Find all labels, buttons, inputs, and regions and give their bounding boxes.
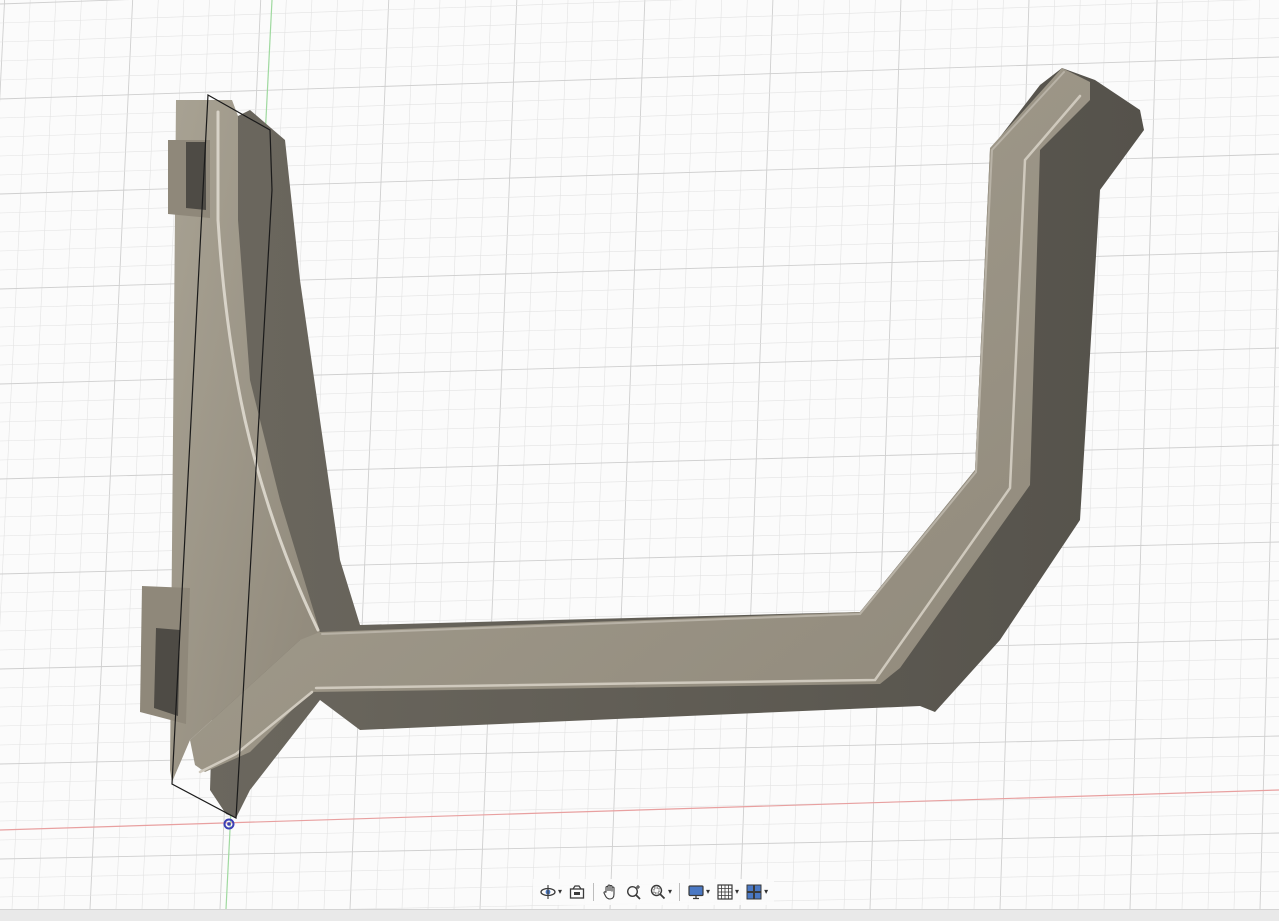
orbit-tool[interactable]: ▾ — [537, 880, 564, 904]
orbit-dropdown-caret[interactable]: ▾ — [558, 888, 562, 896]
toolbar-separator — [679, 883, 681, 901]
zoom-icon — [627, 885, 641, 900]
display-settings-tool[interactable]: ▾ — [685, 880, 712, 904]
grid-snaps-tool[interactable]: ▾ — [714, 880, 741, 904]
pan-tool[interactable] — [599, 880, 621, 904]
navigation-toolbar: ▾ ▾ ▾ ▾ ▾ — [533, 879, 775, 905]
viewports-icon — [746, 884, 762, 900]
monitor-icon — [688, 885, 704, 900]
display-dropdown-caret[interactable]: ▾ — [706, 888, 710, 896]
viewports-dropdown-caret[interactable]: ▾ — [764, 888, 768, 896]
design-viewport[interactable]: ▾ ▾ ▾ ▾ ▾ — [0, 0, 1279, 909]
bottom-status-strip — [0, 909, 1279, 921]
look-at-tool[interactable] — [566, 880, 588, 904]
toolbar-separator — [593, 883, 595, 901]
viewports-tool[interactable]: ▾ — [743, 880, 770, 904]
zoom-tool[interactable] — [623, 880, 645, 904]
hand-icon — [603, 884, 615, 900]
bracket-model[interactable] — [0, 0, 1279, 909]
look-at-icon — [569, 885, 585, 899]
grid-icon — [717, 884, 733, 900]
fit-tool[interactable]: ▾ — [647, 880, 674, 904]
orbit-icon — [540, 885, 556, 899]
fit-dropdown-caret[interactable]: ▾ — [668, 888, 672, 896]
zoom-window-icon — [650, 884, 666, 900]
grid-dropdown-caret[interactable]: ▾ — [735, 888, 739, 896]
sketch-origin-point-center — [227, 822, 231, 826]
